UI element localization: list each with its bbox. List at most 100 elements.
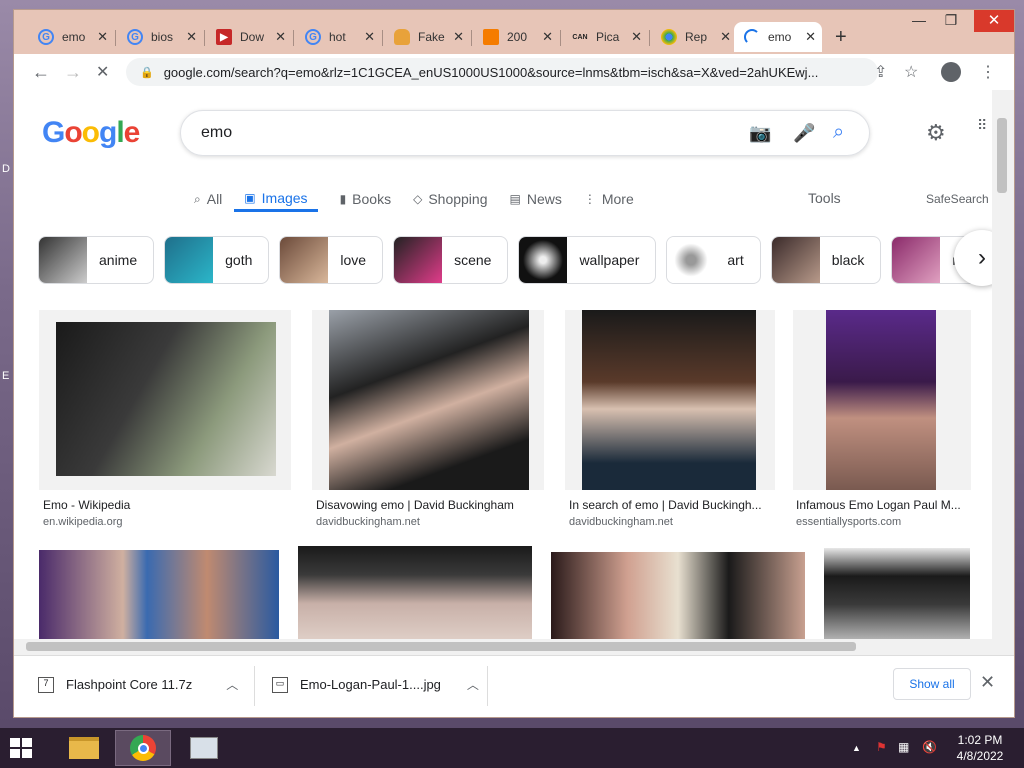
maximize-icon[interactable]: ❐ bbox=[936, 12, 966, 29]
result-title[interactable]: Disavowing emo | David Buckingham bbox=[316, 498, 556, 512]
result-image[interactable] bbox=[551, 552, 805, 639]
result-image[interactable] bbox=[39, 550, 279, 639]
result-image[interactable] bbox=[824, 548, 970, 639]
clock-date: 4/8/2022 bbox=[956, 749, 1004, 763]
chevron-up-icon[interactable]: ▲ bbox=[852, 743, 861, 753]
tab-books[interactable]: ▮ Books bbox=[340, 186, 392, 212]
result-image[interactable] bbox=[329, 310, 529, 490]
file-explorer-icon[interactable] bbox=[56, 730, 112, 766]
tab-more[interactable]: ⋮ More bbox=[584, 186, 634, 212]
browser-tab[interactable]: Rep ✕ bbox=[651, 22, 737, 52]
menu-kebab-icon[interactable]: ⋮ bbox=[980, 62, 996, 82]
tab-all[interactable]: ⌕ All bbox=[194, 186, 222, 212]
horizontal-scrollbar[interactable] bbox=[14, 639, 1014, 655]
chip-label: black bbox=[831, 252, 865, 268]
chip-black[interactable]: black bbox=[770, 236, 882, 284]
search-query[interactable]: emo bbox=[201, 124, 232, 142]
search-icon[interactable]: ⌕ bbox=[833, 121, 844, 144]
system-clock[interactable]: 1:02 PM 4/8/2022 bbox=[950, 732, 1010, 764]
task-manager-icon[interactable] bbox=[176, 730, 232, 766]
chip-love[interactable]: love bbox=[279, 236, 384, 284]
back-icon[interactable]: ← bbox=[32, 62, 50, 83]
close-icon[interactable]: ✕ bbox=[980, 672, 995, 693]
browser-tab[interactable]: CAN Pica ✕ bbox=[562, 22, 648, 52]
chip-art[interactable]: art bbox=[666, 236, 761, 284]
bookmark-star-icon[interactable]: ☆ bbox=[904, 62, 918, 82]
close-tab-icon[interactable]: ✕ bbox=[805, 29, 816, 45]
clock-time: 1:02 PM bbox=[957, 733, 1003, 747]
chevron-up-icon[interactable]: ︿ bbox=[226, 676, 238, 693]
browser-tab[interactable]: G bios ✕ bbox=[117, 22, 203, 52]
download-item[interactable]: ▭ Emo-Logan-Paul-1....jpg ︿ bbox=[272, 676, 479, 693]
result-title[interactable]: Emo - Wikipedia bbox=[43, 498, 283, 512]
taskbar: ▲ ⚑ ▦ 🔇 1:02 PM 4/8/2022 bbox=[0, 728, 1024, 768]
tab-news[interactable]: ▤ News bbox=[510, 186, 562, 212]
close-tab-icon[interactable]: ✕ bbox=[542, 29, 553, 45]
search-box[interactable]: emo 📷 🎤 ⌕ bbox=[180, 110, 870, 156]
minimize-icon[interactable]: — bbox=[904, 12, 934, 28]
microphone-icon[interactable]: 🎤 bbox=[793, 123, 815, 144]
tab-images[interactable]: ▣ Images bbox=[234, 186, 318, 212]
close-tab-icon[interactable]: ✕ bbox=[364, 29, 375, 45]
close-tab-icon[interactable]: ✕ bbox=[720, 29, 731, 45]
network-icon[interactable]: ▦ bbox=[898, 740, 909, 754]
browser-tab[interactable]: Fake ✕ bbox=[384, 22, 470, 52]
forward-icon[interactable]: → bbox=[64, 62, 82, 83]
google-icon: G bbox=[127, 29, 143, 45]
close-tab-icon[interactable]: ✕ bbox=[275, 29, 286, 45]
share-icon[interactable]: ⇪ bbox=[874, 62, 887, 82]
start-button[interactable] bbox=[10, 738, 32, 758]
close-window-button[interactable]: ✕ bbox=[974, 10, 1014, 32]
safesearch-button[interactable]: SafeSearch bbox=[926, 192, 989, 206]
chip-thumbnail bbox=[667, 237, 716, 283]
scrollbar-thumb[interactable] bbox=[997, 118, 1007, 193]
stop-loading-icon[interactable]: ✕ bbox=[96, 62, 109, 82]
chevron-up-icon[interactable]: ︿ bbox=[467, 676, 479, 693]
google-logo[interactable]: Google bbox=[42, 116, 140, 150]
browser-tab[interactable]: G emo ✕ bbox=[28, 22, 114, 52]
chip-label: wallpaper bbox=[579, 252, 640, 268]
result-site: davidbuckingham.net bbox=[316, 516, 420, 528]
chip-goth[interactable]: goth bbox=[164, 236, 270, 284]
lock-icon: 🔒 bbox=[140, 66, 154, 79]
result-image[interactable] bbox=[298, 546, 532, 639]
flag-icon[interactable]: ⚑ bbox=[876, 740, 887, 754]
show-all-button[interactable]: Show all bbox=[893, 668, 971, 700]
tab-label: emo bbox=[62, 30, 86, 44]
close-tab-icon[interactable]: ✕ bbox=[186, 29, 197, 45]
vertical-scrollbar[interactable] bbox=[992, 90, 1014, 639]
close-tab-icon[interactable]: ✕ bbox=[453, 29, 464, 45]
chrome-taskbar-icon[interactable] bbox=[115, 730, 171, 766]
scrollbar-thumb[interactable] bbox=[26, 642, 856, 651]
profile-avatar[interactable] bbox=[941, 62, 961, 82]
address-bar[interactable]: 🔒 google.com/search?q=emo&rlz=1C1GCEA_en… bbox=[126, 58, 878, 86]
result-title[interactable]: In search of emo | David Buckingh... bbox=[569, 498, 769, 512]
camera-icon[interactable]: 📷 bbox=[749, 123, 771, 144]
orange-site-icon bbox=[483, 29, 499, 45]
browser-tab[interactable]: 200 ✕ bbox=[473, 22, 559, 52]
browser-tab-active[interactable]: emo ✕ bbox=[734, 22, 822, 52]
result-image[interactable] bbox=[56, 322, 276, 476]
close-tab-icon[interactable]: ✕ bbox=[631, 29, 642, 45]
chip-anime[interactable]: anime bbox=[38, 236, 155, 284]
chip-wallpaper[interactable]: wallpaper bbox=[518, 236, 657, 284]
address-url[interactable]: google.com/search?q=emo&rlz=1C1GCEA_enUS… bbox=[164, 65, 864, 80]
google-icon: G bbox=[38, 29, 54, 45]
chip-thumbnail bbox=[165, 237, 214, 283]
google-icon: G bbox=[305, 29, 321, 45]
download-item[interactable]: 7 Flashpoint Core 11.7z ︿ bbox=[38, 676, 238, 693]
browser-tab[interactable]: ▶ Dow ✕ bbox=[206, 22, 292, 52]
tab-shopping[interactable]: ◇ Shopping bbox=[413, 186, 487, 212]
volume-muted-icon[interactable]: 🔇 bbox=[922, 740, 937, 754]
apps-grid-icon[interactable]: ⠿ bbox=[977, 118, 987, 132]
chip-scene[interactable]: scene bbox=[393, 236, 509, 284]
close-tab-icon[interactable]: ✕ bbox=[97, 29, 108, 45]
browser-tab[interactable]: G hot ✕ bbox=[295, 22, 381, 52]
result-image[interactable] bbox=[826, 310, 936, 490]
cancan-icon: CAN bbox=[572, 33, 588, 41]
result-title[interactable]: Infamous Emo Logan Paul M... bbox=[796, 498, 968, 512]
result-image[interactable] bbox=[582, 310, 756, 490]
new-tab-button[interactable]: + bbox=[835, 26, 847, 49]
settings-gear-icon[interactable]: ⚙ bbox=[926, 120, 946, 146]
tools-button[interactable]: Tools bbox=[808, 190, 841, 206]
